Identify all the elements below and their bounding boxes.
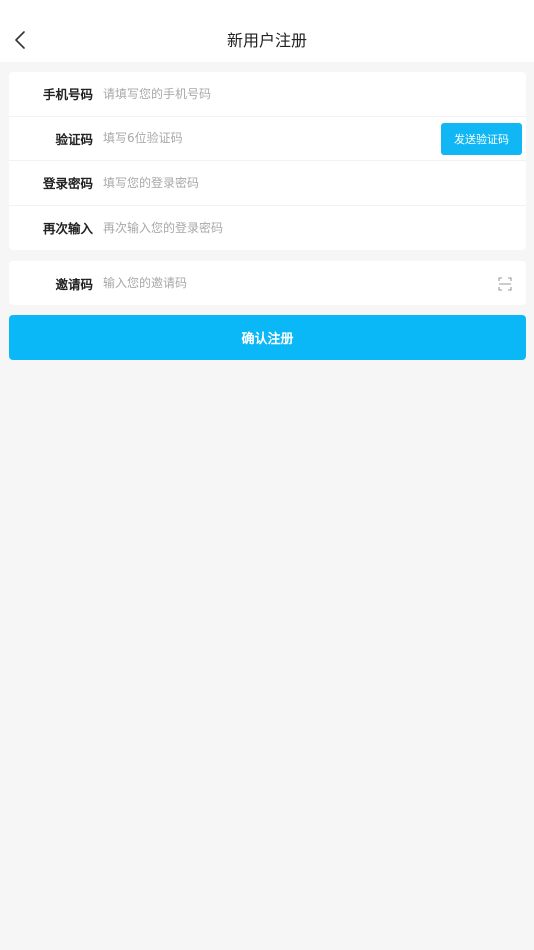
- phone-row: 手机号码: [9, 72, 526, 117]
- invite-card: 邀请码: [9, 261, 526, 305]
- phone-input[interactable]: [103, 72, 433, 116]
- code-input[interactable]: [103, 116, 433, 160]
- password-confirm-label: 再次输入: [42, 221, 93, 237]
- code-row: 验证码 发送验证码: [9, 116, 526, 161]
- password-confirm-row: 再次输入: [9, 205, 526, 250]
- nav-bar: 新用户注册: [0, 0, 534, 62]
- code-label: 验证码: [55, 131, 93, 147]
- page-title: 新用户注册: [226, 31, 307, 50]
- phone-label: 手机号码: [42, 87, 93, 103]
- password-label: 登录密码: [42, 176, 93, 192]
- scan-icon[interactable]: [498, 276, 512, 291]
- send-code-button[interactable]: 发送验证码: [441, 122, 522, 155]
- registration-page: 新用户注册 手机号码 验证码 发送验证码 登录密码 再次输入 邀请码: [0, 0, 534, 950]
- password-confirm-input[interactable]: [103, 205, 433, 250]
- registration-form-card: 手机号码 验证码 发送验证码 登录密码 再次输入: [9, 72, 526, 250]
- password-input[interactable]: [103, 161, 433, 205]
- invite-label: 邀请码: [55, 276, 93, 292]
- invite-input[interactable]: [103, 261, 433, 305]
- invite-row: 邀请码: [9, 261, 526, 305]
- confirm-register-button[interactable]: 确认注册: [9, 315, 526, 360]
- password-row: 登录密码: [9, 161, 526, 206]
